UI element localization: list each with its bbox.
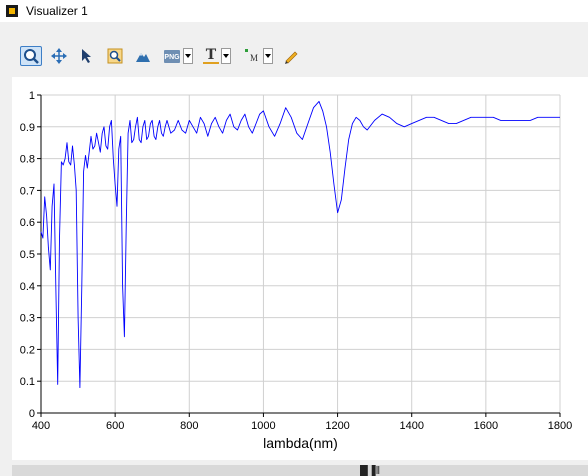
spectrum-chart[interactable]: 400 600 800 1000 1200 1400 1600 1800 0 0.1 0.2 0.3 0…	[12, 77, 588, 460]
x-tick-label: 1400	[399, 420, 423, 432]
y-tick-label: 0.5	[20, 249, 35, 261]
window-title: Visualizer 1	[26, 4, 88, 18]
x-tick-label: 600	[106, 420, 124, 432]
zoom-tool-button[interactable]	[20, 46, 42, 66]
y-tick-label: 0.9	[20, 122, 35, 134]
export-png-dropdown-arrow[interactable]	[183, 48, 193, 64]
pencil-tool-button[interactable]	[280, 46, 302, 66]
mountain-icon	[136, 53, 150, 62]
title-bar: Visualizer 1	[0, 0, 588, 22]
app-logo-icon	[6, 5, 18, 17]
marker-tool-dropdown-arrow[interactable]	[263, 48, 273, 64]
y-tick-label: 0.4	[20, 281, 35, 293]
x-tick-label: 800	[180, 420, 198, 432]
autoscale-tool-button[interactable]	[132, 46, 154, 66]
marker-tool-button[interactable]: M	[240, 46, 274, 66]
zoom-fit-tool-button[interactable]	[104, 46, 126, 66]
series-line	[40, 100, 560, 389]
x-tick-label: 1200	[325, 420, 349, 432]
export-png-button[interactable]: PNG	[160, 46, 194, 66]
magnifier-icon	[24, 49, 39, 64]
pencil-icon	[285, 51, 298, 64]
x-tick-label: 400	[32, 420, 50, 432]
marker-icon: M	[245, 49, 258, 63]
x-axis-label: lambda(nm)	[263, 435, 338, 451]
y-tick-label: 0.6	[20, 217, 35, 229]
move-arrows-icon	[51, 48, 67, 64]
text-tool-button[interactable]: T	[200, 46, 234, 66]
plot-panel[interactable]: 400 600 800 1000 1200 1400 1600 1800 0 0.1 0.2 0.3 0…	[12, 77, 588, 460]
y-tick-label: 0.8	[20, 154, 35, 166]
pan-tool-button[interactable]	[48, 46, 70, 66]
status-bar-text: █▐‖	[360, 465, 381, 476]
y-tick-label: 0.1	[20, 376, 35, 388]
text-tool-dropdown-arrow[interactable]	[221, 48, 231, 64]
text-t-icon: T	[203, 48, 219, 64]
y-tick-label: 0.3	[20, 313, 35, 325]
y-tick-label: 1	[29, 90, 35, 102]
y-tick-label: 0.2	[20, 344, 35, 356]
status-bar: █▐‖	[12, 465, 588, 476]
svg-text:PNG: PNG	[164, 54, 180, 61]
y-tick-label: 0	[29, 408, 35, 420]
x-tick-label: 1000	[251, 420, 275, 432]
select-tool-button[interactable]	[76, 46, 98, 66]
toolbar: PNG T M	[20, 45, 302, 67]
x-tick-label: 1600	[474, 420, 498, 432]
svg-text:M: M	[250, 53, 258, 63]
y-tick-label: 0.7	[20, 185, 35, 197]
png-icon: PNG	[164, 50, 180, 63]
x-tick-label: 1800	[548, 420, 572, 432]
pointer-arrow-icon	[82, 49, 91, 63]
zoom-box-icon	[107, 48, 123, 64]
